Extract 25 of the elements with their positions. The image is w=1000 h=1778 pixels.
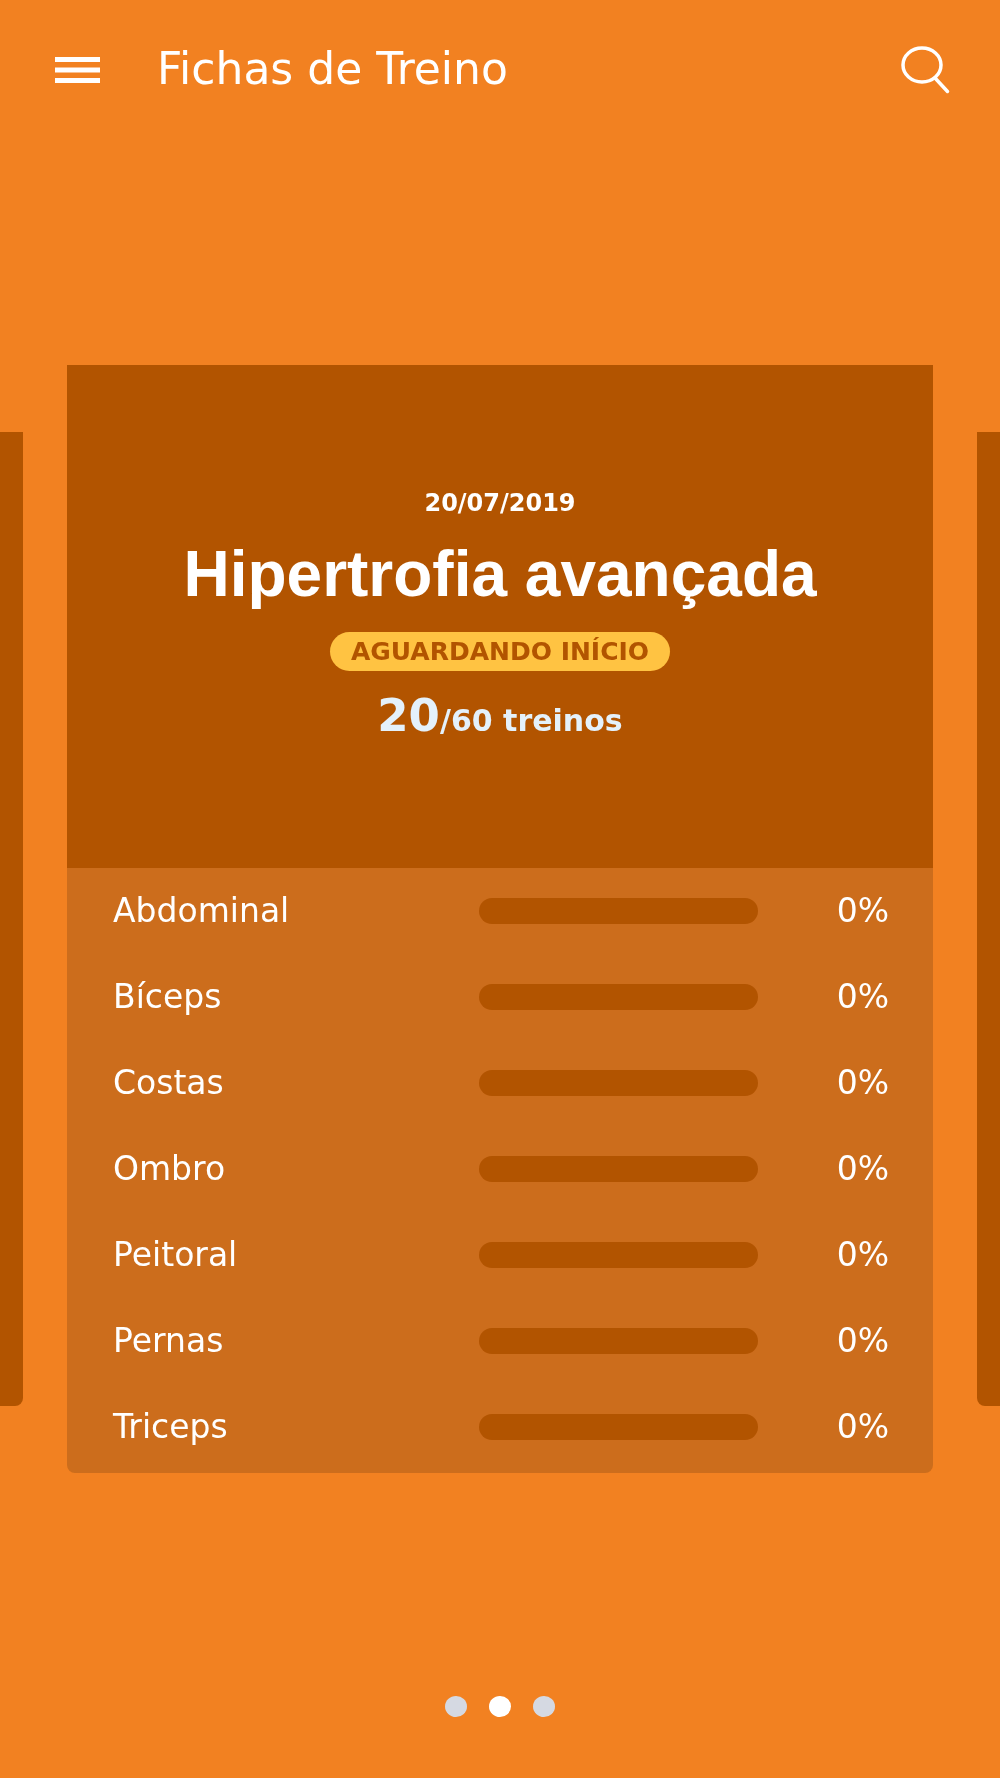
page-dot-icon[interactable] [533, 1696, 555, 1717]
completed-count: 20 [377, 688, 440, 742]
status-label: AGUARDANDO INÍCIO [329, 631, 671, 671]
muscle-group-label: Abdominal [113, 891, 291, 931]
progress-percent: 0% [835, 1063, 889, 1103]
menu-icon[interactable] [55, 57, 100, 83]
progress-percent: 0% [835, 1149, 889, 1189]
muscle-group-label: Costas [113, 1063, 225, 1103]
page-dot-icon[interactable] [445, 1696, 467, 1717]
progress-percent: 0% [835, 1235, 889, 1275]
muscle-group-label: Peitoral [113, 1235, 239, 1275]
muscle-group-label: Bíceps [113, 977, 223, 1017]
search-icon[interactable] [901, 46, 950, 94]
muscle-group-label: Triceps [113, 1407, 229, 1447]
progress-percent: 0% [835, 977, 889, 1017]
plan-title: Hipertrofia avançada [183, 538, 817, 612]
muscle-group-label: Ombro [113, 1149, 227, 1189]
page-dot-icon[interactable] [489, 1696, 511, 1717]
progress-percent: 0% [835, 891, 889, 931]
plan-date: 20/07/2019 [424, 489, 576, 519]
total-count: /60 treinos [439, 702, 623, 738]
progress-percent: 0% [835, 1407, 889, 1447]
muscle-group-label: Pernas [113, 1321, 225, 1361]
progress-percent: 0% [835, 1321, 889, 1361]
app-title: Fichas de Treino [157, 42, 508, 96]
